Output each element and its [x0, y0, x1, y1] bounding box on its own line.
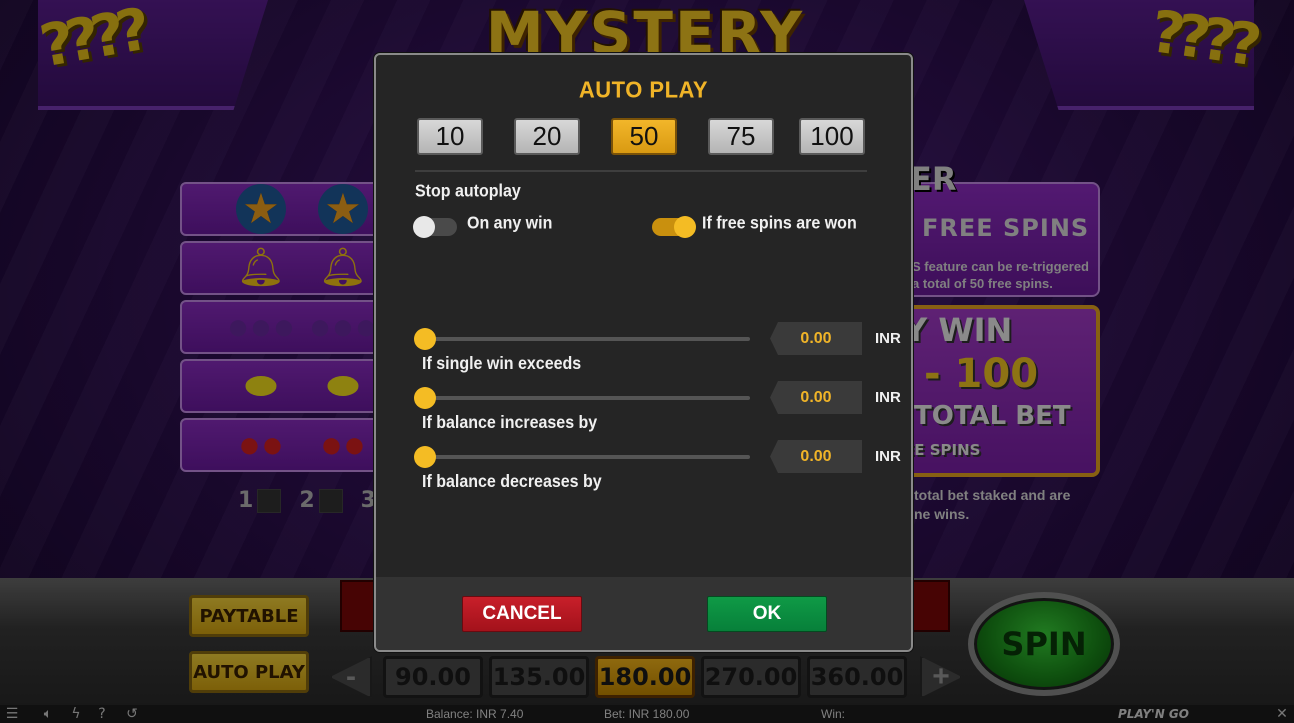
slider-track[interactable]	[426, 337, 750, 341]
slider-balance-decrease: 0.00 INR If balance decreases by	[414, 435, 904, 495]
dialog-title: AUTO PLAY	[578, 76, 709, 103]
toggle-knob	[413, 216, 435, 238]
ok-button[interactable]: OK	[707, 596, 827, 632]
toggle-label-free-spins-won: If free spins are won	[702, 214, 857, 233]
spin-count-selector: 10 20 50 75 100	[417, 118, 867, 156]
slider-balance-increase: 0.00 INR If balance increases by	[414, 376, 904, 436]
slider-value: 0.00	[770, 322, 862, 355]
divider	[415, 170, 867, 172]
slider-value: 0.00	[770, 440, 862, 473]
stop-autoplay-heading: Stop autoplay	[415, 182, 521, 201]
count-option-75[interactable]: 75	[708, 118, 774, 155]
currency-unit: INR	[875, 389, 901, 406]
slider-knob[interactable]	[414, 387, 436, 409]
slider-knob[interactable]	[414, 328, 436, 350]
currency-unit: INR	[875, 330, 901, 347]
slider-label: If single win exceeds	[422, 355, 582, 374]
toggle-knob	[674, 216, 696, 238]
autoplay-dialog: AUTO PLAY 10 20 50 75 100 Stop autoplay …	[374, 53, 913, 652]
slider-track[interactable]	[426, 396, 750, 400]
count-option-50[interactable]: 50	[611, 118, 677, 155]
toggle-on-any-win[interactable]	[413, 216, 457, 238]
toggle-free-spins-won[interactable]	[652, 216, 696, 238]
dialog-footer: CANCEL OK	[376, 577, 911, 650]
currency-unit: INR	[875, 448, 901, 465]
count-option-100[interactable]: 100	[799, 118, 865, 155]
slider-label: If balance increases by	[422, 414, 598, 433]
slider-label: If balance decreases by	[422, 473, 602, 492]
count-option-20[interactable]: 20	[514, 118, 580, 155]
toggle-label-on-any-win: On any win	[467, 214, 553, 233]
slider-track[interactable]	[426, 455, 750, 459]
slider-knob[interactable]	[414, 446, 436, 468]
slider-value: 0.00	[770, 381, 862, 414]
count-option-10[interactable]: 10	[417, 118, 483, 155]
slider-single-win: 0.00 INR If single win exceeds	[414, 317, 904, 377]
cancel-button[interactable]: CANCEL	[462, 596, 582, 632]
